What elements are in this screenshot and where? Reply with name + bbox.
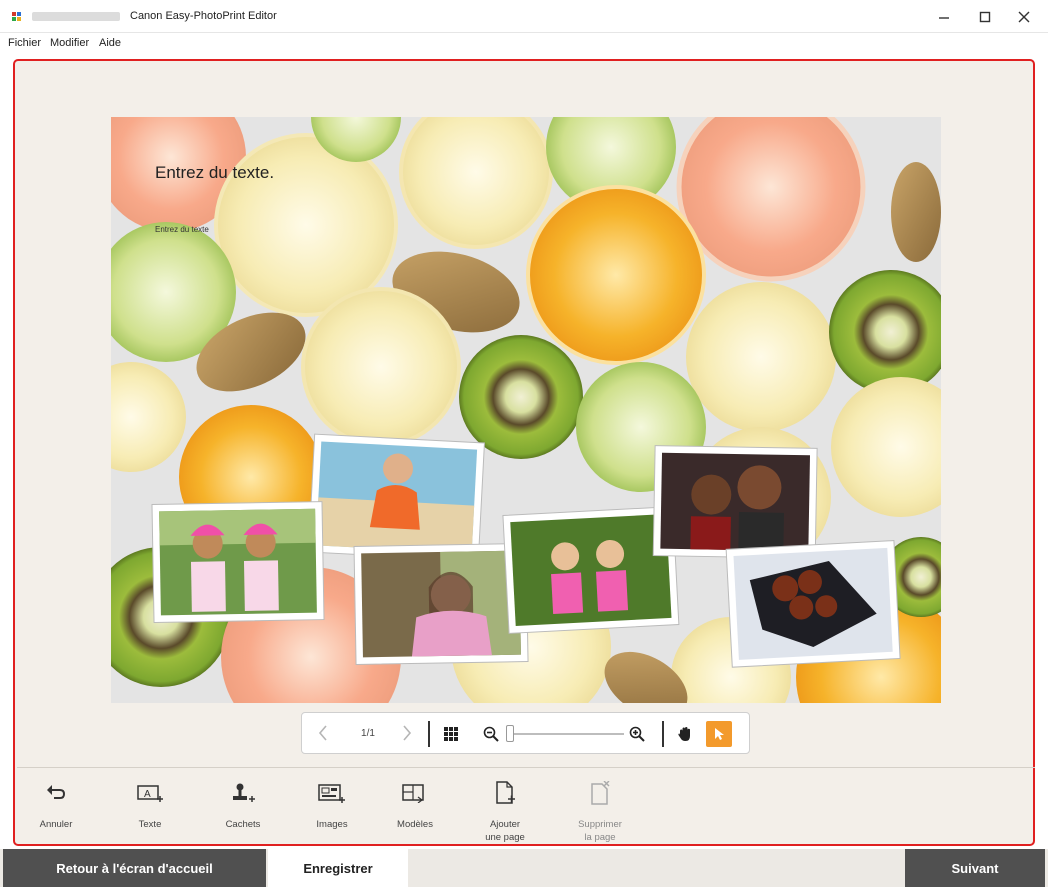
divider bbox=[662, 721, 664, 747]
tool-label: Cachets bbox=[225, 819, 261, 830]
tool-label: Texte bbox=[138, 819, 162, 830]
add-page-button[interactable]: Ajouter une page bbox=[468, 780, 542, 844]
next-button[interactable]: Suivant bbox=[905, 849, 1045, 887]
maximize-button[interactable] bbox=[965, 4, 1005, 30]
zoom-in-icon bbox=[629, 726, 645, 742]
add-text-icon: A bbox=[137, 785, 163, 802]
zoom-in-button[interactable] bbox=[626, 721, 648, 747]
minimize-icon bbox=[939, 17, 949, 19]
undo-button[interactable]: Annuler bbox=[19, 780, 93, 831]
stamps-button[interactable]: Cachets bbox=[206, 780, 280, 831]
delete-page-icon bbox=[591, 781, 610, 805]
subtitle-text-box[interactable]: Entrez du texte bbox=[155, 225, 209, 234]
editing-toolbar: Annuler A Texte Cachets Images Modèles A… bbox=[17, 767, 1035, 847]
title-text-box[interactable]: Entrez du texte. bbox=[155, 163, 274, 183]
previous-page-button[interactable] bbox=[310, 721, 336, 745]
zoom-slider-track[interactable] bbox=[506, 733, 624, 735]
tool-label: Annuler bbox=[39, 819, 73, 830]
next-page-button[interactable] bbox=[394, 721, 420, 745]
divider bbox=[428, 721, 430, 747]
save-button[interactable]: Enregistrer bbox=[268, 849, 408, 887]
menu-modifier[interactable]: Modifier bbox=[50, 37, 89, 49]
maximize-icon bbox=[979, 11, 991, 23]
app-icon bbox=[12, 12, 21, 21]
window-title: Canon Easy-PhotoPrint Editor bbox=[130, 10, 277, 22]
menu-aide[interactable]: Aide bbox=[99, 37, 121, 49]
add-image-button[interactable]: Images bbox=[295, 780, 369, 831]
svg-text:A: A bbox=[144, 789, 151, 800]
back-to-home-button[interactable]: Retour à l'écran d'accueil bbox=[3, 849, 266, 887]
cursor-arrow-icon bbox=[715, 728, 724, 740]
zoom-slider-thumb[interactable] bbox=[506, 725, 514, 742]
title-bar: Canon Easy-PhotoPrint Editor bbox=[0, 0, 1048, 33]
page-navigation-bar: 1/1 bbox=[301, 712, 750, 754]
page-indicator: 1/1 bbox=[361, 727, 375, 739]
undo-icon bbox=[47, 785, 66, 799]
close-icon bbox=[1018, 11, 1030, 23]
delete-page-button[interactable]: Supprimer la page bbox=[563, 780, 637, 844]
zoom-out-button[interactable] bbox=[480, 721, 502, 747]
close-button[interactable] bbox=[1004, 4, 1044, 30]
layout-icon bbox=[402, 784, 424, 803]
add-page-icon bbox=[496, 781, 515, 804]
layouts-button[interactable]: Modèles bbox=[378, 780, 452, 831]
pan-tool-button[interactable] bbox=[672, 721, 698, 747]
add-image-icon bbox=[318, 784, 345, 803]
select-tool-button[interactable] bbox=[706, 721, 732, 747]
zoom-out-icon bbox=[483, 726, 499, 742]
tool-label: Modèles bbox=[397, 819, 433, 830]
stamp-icon bbox=[233, 783, 255, 802]
editor-workspace: Entrez du texte. Entrez du texte 1/1 Ann… bbox=[13, 59, 1035, 846]
grid-icon bbox=[444, 727, 458, 741]
minimize-button[interactable] bbox=[924, 4, 964, 30]
menu-fichier[interactable]: Fichier bbox=[8, 37, 41, 49]
tool-label: Ajouter une page bbox=[485, 819, 525, 843]
footer-bar: Retour à l'écran d'accueil Enregistrer S… bbox=[0, 849, 1048, 887]
citrus-background-image bbox=[111, 117, 941, 703]
tool-label: Images bbox=[316, 819, 348, 830]
page-list-button[interactable] bbox=[438, 721, 464, 747]
page-canvas[interactable]: Entrez du texte. Entrez du texte bbox=[111, 117, 941, 703]
redacted-title-prefix bbox=[32, 12, 120, 21]
chevron-left-icon bbox=[318, 725, 327, 741]
menu-bar: Fichier Modifier Aide bbox=[0, 33, 1048, 53]
tool-label: Supprimer la page bbox=[578, 819, 622, 843]
hand-icon bbox=[678, 727, 690, 741]
add-text-button[interactable]: A Texte bbox=[113, 780, 187, 831]
chevron-right-icon bbox=[403, 725, 412, 741]
